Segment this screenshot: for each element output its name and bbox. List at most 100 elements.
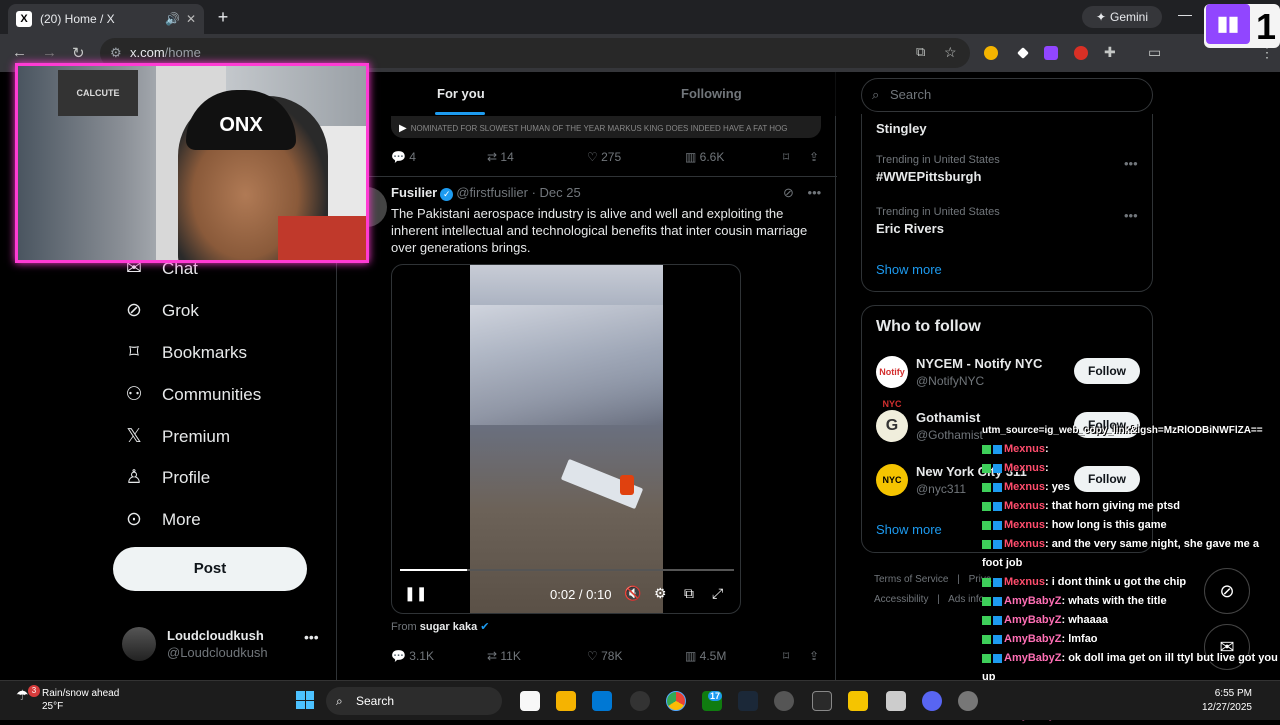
close-tab-icon[interactable]: ✕: [186, 12, 196, 26]
tab-for-you[interactable]: For you: [437, 86, 485, 101]
trend-item[interactable]: Trending in United States #WWEPittsburgh: [876, 154, 1000, 184]
footer-link[interactable]: Accessibility: [874, 594, 928, 605]
tweet-date[interactable]: · Dec 25: [532, 185, 581, 200]
extension-diamond-icon[interactable]: [1017, 47, 1029, 59]
extension-color-icon[interactable]: [984, 46, 998, 60]
app-icon[interactable]: [774, 691, 794, 711]
show-more-link[interactable]: Show more: [876, 262, 942, 277]
reload-icon[interactable]: ↻: [72, 44, 85, 62]
play-icon[interactable]: ▶: [399, 123, 407, 134]
back-icon[interactable]: ←: [12, 44, 27, 61]
bookmark-icon[interactable]: ⌑: [783, 649, 789, 663]
taskbar-search[interactable]: ⌕ Search: [326, 687, 502, 715]
chat-username[interactable]: Mexnus: [1004, 576, 1045, 588]
chat-username[interactable]: AmyBabyZ: [1004, 614, 1061, 626]
steam-icon[interactable]: [738, 691, 758, 711]
xbox-icon[interactable]: 17: [702, 691, 722, 711]
chat-username[interactable]: AmyBabyZ: [1004, 595, 1061, 607]
trend-item[interactable]: Trending in United States Eric Rivers: [876, 206, 1000, 236]
file-explorer-icon[interactable]: [556, 691, 576, 711]
gemini-button[interactable]: ✦ Gemini: [1082, 6, 1162, 28]
settings-gear-icon[interactable]: ⚙: [654, 585, 667, 602]
tweet-author-name[interactable]: Fusilier: [391, 185, 437, 200]
repost-button[interactable]: ⇄ 11K: [487, 649, 521, 663]
twitch-extension-icon[interactable]: [1044, 46, 1058, 60]
chat-username[interactable]: Mexnus: [1004, 500, 1045, 512]
chat-username[interactable]: Mexnus: [1004, 538, 1045, 550]
system-clock[interactable]: 6:55 PM 12/27/2025: [1194, 687, 1252, 715]
chat-username[interactable]: AmyBabyZ: [1004, 633, 1061, 645]
speaker-icon[interactable]: 🔊: [165, 12, 180, 26]
app-icon[interactable]: [886, 691, 906, 711]
sidebar-item-bookmarks[interactable]: ⌑ Bookmarks: [122, 341, 247, 364]
sidebar-item-premium[interactable]: 𝕏 Premium: [122, 425, 230, 448]
discord-icon[interactable]: [922, 691, 942, 711]
post-button[interactable]: Post: [113, 547, 307, 591]
previous-video[interactable]: ▶ NOMINATED FOR SLOWEST HUMAN OF THE YEAR…: [391, 116, 821, 138]
reply-button[interactable]: 💬 3.1K: [391, 649, 434, 663]
repost-button[interactable]: ⇄ 14: [487, 150, 514, 164]
new-tab-button[interactable]: +: [212, 6, 234, 28]
fullscreen-icon[interactable]: ⤢: [712, 585, 723, 602]
chat-username[interactable]: Mexnus: [1004, 519, 1045, 531]
video-progress-bar[interactable]: [400, 569, 734, 571]
tab-following[interactable]: Following: [681, 86, 742, 101]
rockstar-icon[interactable]: [848, 691, 868, 711]
extensions-puzzle-icon[interactable]: ✚: [1104, 44, 1116, 61]
share-icon[interactable]: ⇪: [809, 649, 819, 663]
mute-icon[interactable]: 🔇: [624, 585, 641, 602]
chat-text: : lmfao: [1061, 633, 1098, 645]
settings-gear-icon[interactable]: [958, 691, 978, 711]
sidebar-item-more[interactable]: ⊙ More: [122, 508, 201, 531]
forward-icon[interactable]: →: [42, 44, 57, 61]
follow-suggestion[interactable]: Notify NYC NYCEM - Notify NYC @NotifyNYC…: [876, 356, 1146, 409]
extension-red-icon[interactable]: [1074, 46, 1088, 60]
reply-button[interactable]: 💬 4: [391, 150, 416, 164]
pause-icon[interactable]: ❚❚: [404, 585, 427, 602]
sidebar-item-communities[interactable]: ⚇ Communities: [122, 383, 261, 406]
chat-username[interactable]: Mexnus: [1004, 462, 1045, 474]
bookmark-star-icon[interactable]: ☆: [944, 44, 957, 61]
sidebar-item-grok[interactable]: ⊘ Grok: [122, 299, 199, 322]
reply-count: 4: [409, 150, 416, 164]
chat-username[interactable]: Mexnus: [1004, 481, 1045, 493]
tweet-video[interactable]: ❚❚ 0:02 / 0:10 🔇 ⚙ ⧉ ⤢: [391, 264, 741, 614]
chat-message: AmyBabyZ: whats with the title: [982, 592, 1280, 611]
epic-games-icon[interactable]: [812, 691, 832, 711]
like-button[interactable]: ♡ 275: [587, 150, 621, 164]
like-button[interactable]: ♡ 78K: [587, 649, 622, 663]
account-switcher[interactable]: Loudcloudkush @Loudcloudkush •••: [122, 625, 322, 665]
follow-button[interactable]: Follow: [1074, 358, 1140, 384]
search-input[interactable]: ⌕ Search: [861, 78, 1153, 112]
calendar-icon[interactable]: [520, 691, 540, 711]
ms-store-icon[interactable]: [592, 691, 612, 711]
views-button[interactable]: ▥ 4.5M: [685, 649, 726, 663]
windows-start-icon[interactable]: [296, 691, 314, 709]
tweet-author-handle[interactable]: @firstfusilier: [456, 185, 528, 200]
install-app-icon[interactable]: ⧉: [916, 44, 925, 60]
footer-link[interactable]: Ads info: [948, 594, 984, 605]
bookmark-icon[interactable]: ⌑: [783, 150, 789, 164]
views-button[interactable]: ▥ 6.6K: [685, 150, 724, 164]
footer-link[interactable]: Terms of Service: [874, 574, 948, 585]
chrome-icon[interactable]: [666, 691, 686, 711]
browser-tab[interactable]: X (20) Home / X 🔊 ✕: [8, 4, 204, 34]
reading-list-icon[interactable]: ▭: [1148, 44, 1161, 61]
obs-icon[interactable]: [630, 691, 650, 711]
mountain-background: [470, 305, 663, 425]
more-options-icon[interactable]: •••: [808, 185, 822, 200]
show-more-link[interactable]: Show more: [876, 522, 942, 537]
more-options-icon[interactable]: •••: [304, 629, 319, 645]
chat-username[interactable]: Mexnus: [1004, 443, 1045, 455]
more-options-icon[interactable]: •••: [1124, 208, 1138, 223]
chat-username[interactable]: AmyBabyZ: [1004, 652, 1061, 664]
from-user[interactable]: sugar kaka: [420, 621, 477, 633]
minimize-window-button[interactable]: —: [1178, 6, 1192, 22]
trend-item[interactable]: Stingley: [876, 118, 927, 136]
pip-icon[interactable]: ⧉: [684, 585, 694, 602]
share-icon[interactable]: ⇪: [809, 150, 819, 164]
more-options-icon[interactable]: •••: [1124, 156, 1138, 171]
sidebar-item-profile[interactable]: ♙ Profile: [122, 466, 210, 489]
grok-icon[interactable]: ⊘: [783, 185, 794, 200]
from-label: From: [391, 621, 417, 633]
